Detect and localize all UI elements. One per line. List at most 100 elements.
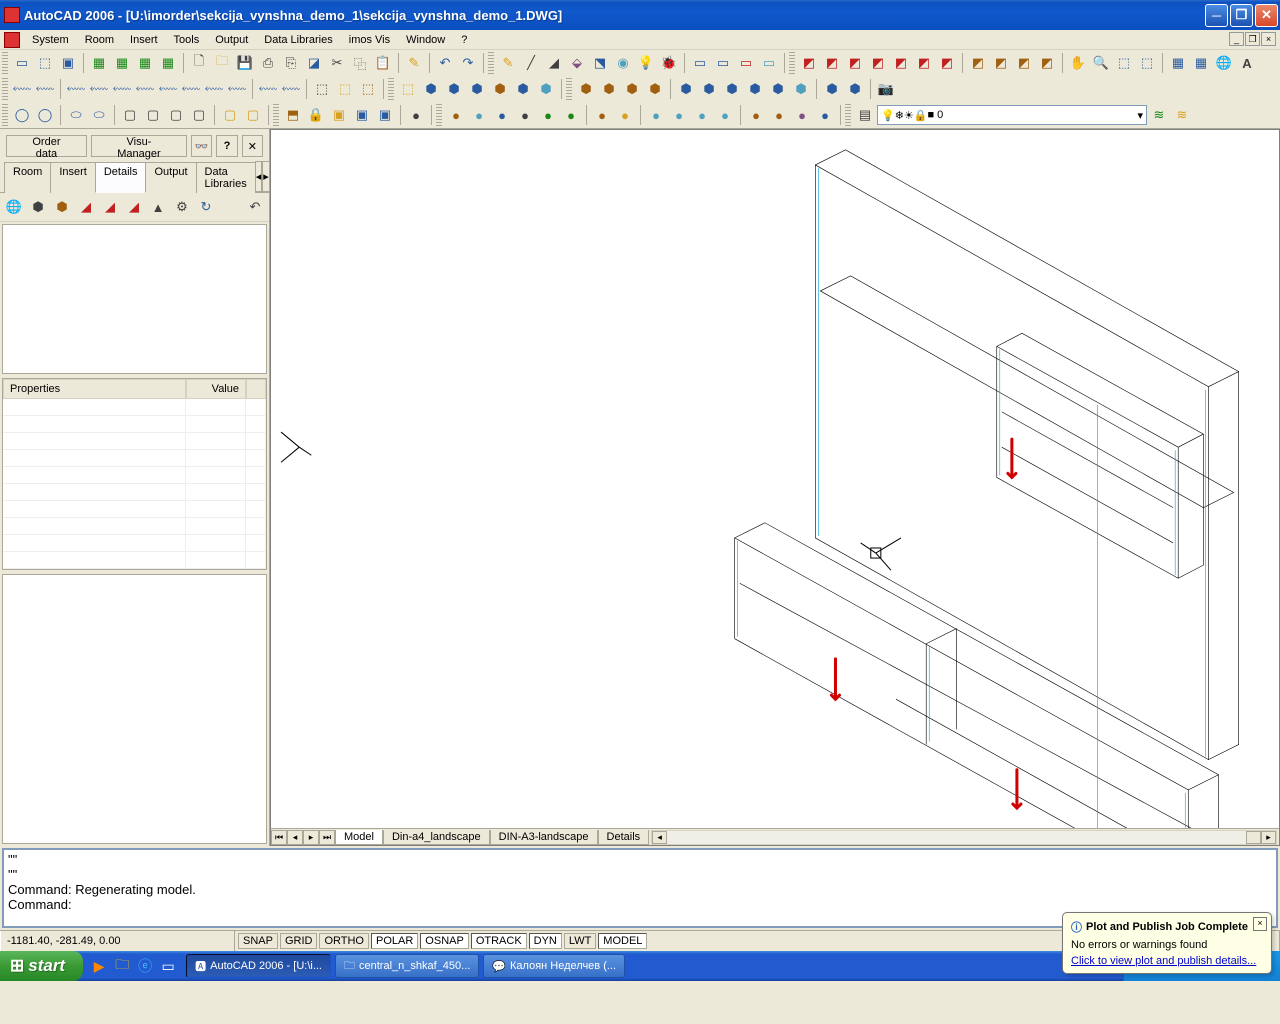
layout-next[interactable]: ▸ bbox=[303, 830, 319, 845]
hscroll-thumb[interactable] bbox=[1246, 831, 1261, 844]
prop-row[interactable] bbox=[3, 535, 266, 552]
tb-ball-16[interactable]: ● bbox=[791, 104, 813, 126]
tb-snap-7[interactable]: ⬢ bbox=[721, 78, 743, 100]
det-icon-2[interactable]: ⬢ bbox=[26, 196, 50, 218]
tb-view-11[interactable]: ⬳ bbox=[257, 78, 279, 100]
tb-tool-4[interactable]: ▦ bbox=[88, 52, 110, 74]
toolbar-grip-2[interactable] bbox=[488, 52, 494, 74]
tb-vw-2[interactable]: ▦ bbox=[1190, 52, 1212, 74]
tb-3d-1[interactable]: ⬚ bbox=[311, 78, 333, 100]
tb-zoom-win[interactable]: ⬚ bbox=[1113, 52, 1135, 74]
tb-sq-5[interactable]: ▢ bbox=[219, 104, 241, 126]
tb-print[interactable]: ⎙ bbox=[257, 52, 279, 74]
tb-edit-4[interactable]: ▣ bbox=[351, 104, 373, 126]
balloon-close-button[interactable]: × bbox=[1253, 917, 1267, 931]
tb-folder[interactable]: 🗀 bbox=[211, 52, 233, 74]
tb-cube-5[interactable]: ◩ bbox=[890, 52, 912, 74]
tb-vw-1[interactable]: ▦ bbox=[1167, 52, 1189, 74]
menu-system[interactable]: System bbox=[24, 32, 77, 48]
tb-view-4[interactable]: ⬳ bbox=[88, 78, 110, 100]
det-icon-5[interactable]: ◢ bbox=[98, 196, 122, 218]
layout-tab-details[interactable]: Details bbox=[598, 830, 650, 845]
minimize-button[interactable]: ─ bbox=[1205, 4, 1228, 27]
ql-desktop-icon[interactable]: ▭ bbox=[158, 955, 178, 977]
mdi-restore[interactable]: ❐ bbox=[1245, 32, 1260, 46]
prop-row[interactable] bbox=[3, 501, 266, 518]
prop-row[interactable] bbox=[3, 552, 266, 569]
status-toggle-snap[interactable]: SNAP bbox=[238, 933, 278, 949]
task-button-0[interactable]: 🅰AutoCAD 2006 - [U:\i... bbox=[186, 954, 331, 978]
det-undo-icon[interactable]: ↶ bbox=[243, 196, 267, 218]
tb-open[interactable]: ▭ bbox=[11, 52, 33, 74]
tb-view-1[interactable]: ⬳ bbox=[11, 78, 33, 100]
toolbar-grip-6[interactable] bbox=[566, 78, 572, 100]
tb-ball-11[interactable]: ● bbox=[668, 104, 690, 126]
tb-zoom[interactable]: 🔍 bbox=[1090, 52, 1112, 74]
tb-ring-4[interactable]: ⬭ bbox=[88, 104, 110, 126]
tb-ball-10[interactable]: ● bbox=[645, 104, 667, 126]
tb-misc-2[interactable]: ⬢ bbox=[844, 78, 866, 100]
tb-snap-1[interactable]: ⬢ bbox=[575, 78, 597, 100]
tb-draw-5[interactable]: ⬔ bbox=[589, 52, 611, 74]
tb-snap-4[interactable]: ⬢ bbox=[644, 78, 666, 100]
tb-ball-8[interactable]: ● bbox=[591, 104, 613, 126]
tb-layer-b[interactable]: ≋ bbox=[1171, 104, 1193, 126]
prop-row[interactable] bbox=[3, 450, 266, 467]
tb-snap-6[interactable]: ⬢ bbox=[698, 78, 720, 100]
layer-combo[interactable]: 💡❄☀🔒 ■ 0▾ bbox=[877, 105, 1147, 125]
det-icon-8[interactable]: ⚙ bbox=[170, 196, 194, 218]
mdi-minimize[interactable]: _ bbox=[1229, 32, 1244, 46]
tab-data-libraries[interactable]: Data Libraries bbox=[196, 162, 256, 193]
tb-zoom-prev[interactable]: ⬚ bbox=[1136, 52, 1158, 74]
prop-row[interactable] bbox=[3, 467, 266, 484]
tb-3d-2[interactable]: ⬚ bbox=[334, 78, 356, 100]
panel-bottom-area[interactable] bbox=[2, 574, 267, 844]
hscroll-right[interactable]: ▸ bbox=[1261, 831, 1276, 844]
tb-edit-3[interactable]: ▣ bbox=[328, 104, 350, 126]
tb-tool-3[interactable]: ▣ bbox=[57, 52, 79, 74]
tb-ball-4[interactable]: ● bbox=[491, 104, 513, 126]
tb-ball-3[interactable]: ● bbox=[468, 104, 490, 126]
prop-row[interactable] bbox=[3, 433, 266, 450]
tb-solid-4[interactable]: ⬢ bbox=[466, 78, 488, 100]
tb-ring-3[interactable]: ⬭ bbox=[65, 104, 87, 126]
tb-sq-3[interactable]: ▢ bbox=[165, 104, 187, 126]
layout-tab-din-a4[interactable]: Din-a4_landscape bbox=[383, 830, 490, 845]
tb-tool-13[interactable]: ◪ bbox=[303, 52, 325, 74]
tb-layer-mgr[interactable]: ▤ bbox=[854, 104, 876, 126]
det-icon-6[interactable]: ◢ bbox=[122, 196, 146, 218]
tb-view-5[interactable]: ⬳ bbox=[111, 78, 133, 100]
tb-ball-2[interactable]: ● bbox=[445, 104, 467, 126]
status-toggle-dyn[interactable]: DYN bbox=[529, 933, 562, 949]
status-toggle-otrack[interactable]: OTRACK bbox=[471, 933, 527, 949]
tb-view-3[interactable]: ⬳ bbox=[65, 78, 87, 100]
tb-ring-2[interactable]: ◯ bbox=[34, 104, 56, 126]
tb-ball-6[interactable]: ● bbox=[537, 104, 559, 126]
panel-help-button[interactable]: ? bbox=[216, 135, 237, 157]
prop-row[interactable] bbox=[3, 484, 266, 501]
tab-output[interactable]: Output bbox=[145, 162, 196, 193]
tb-tool-5[interactable]: ▦ bbox=[111, 52, 133, 74]
tb-view-2[interactable]: ⬳ bbox=[34, 78, 56, 100]
tb-cube-10[interactable]: ◩ bbox=[1013, 52, 1035, 74]
tb-3d-3[interactable]: ⬚ bbox=[357, 78, 379, 100]
tb-solid-1[interactable]: ⬚ bbox=[397, 78, 419, 100]
det-icon-4[interactable]: ◢ bbox=[74, 196, 98, 218]
status-toggle-polar[interactable]: POLAR bbox=[371, 933, 418, 949]
hscrollbar[interactable]: ◂ ▸ bbox=[651, 830, 1277, 845]
start-button[interactable]: ⊞start bbox=[0, 951, 83, 981]
menu-output[interactable]: Output bbox=[207, 32, 256, 48]
tb-cut[interactable]: ✂ bbox=[326, 52, 348, 74]
toolbar-grip-5[interactable] bbox=[388, 78, 394, 100]
tb-draw-4[interactable]: ⬙ bbox=[566, 52, 588, 74]
status-toggle-ortho[interactable]: ORTHO bbox=[319, 933, 369, 949]
toolbar-grip-7[interactable] bbox=[2, 104, 8, 126]
tb-cube-3[interactable]: ◩ bbox=[844, 52, 866, 74]
tb-solid-5[interactable]: ⬢ bbox=[489, 78, 511, 100]
ql-folder-icon[interactable]: 🗀 bbox=[112, 955, 132, 977]
menu-data-libraries[interactable]: Data Libraries bbox=[256, 32, 340, 48]
tb-view-6[interactable]: ⬳ bbox=[134, 78, 156, 100]
tb-paste[interactable]: 📋 bbox=[372, 52, 394, 74]
tb-cube-2[interactable]: ◩ bbox=[821, 52, 843, 74]
order-data-button[interactable]: Order data bbox=[6, 135, 87, 157]
